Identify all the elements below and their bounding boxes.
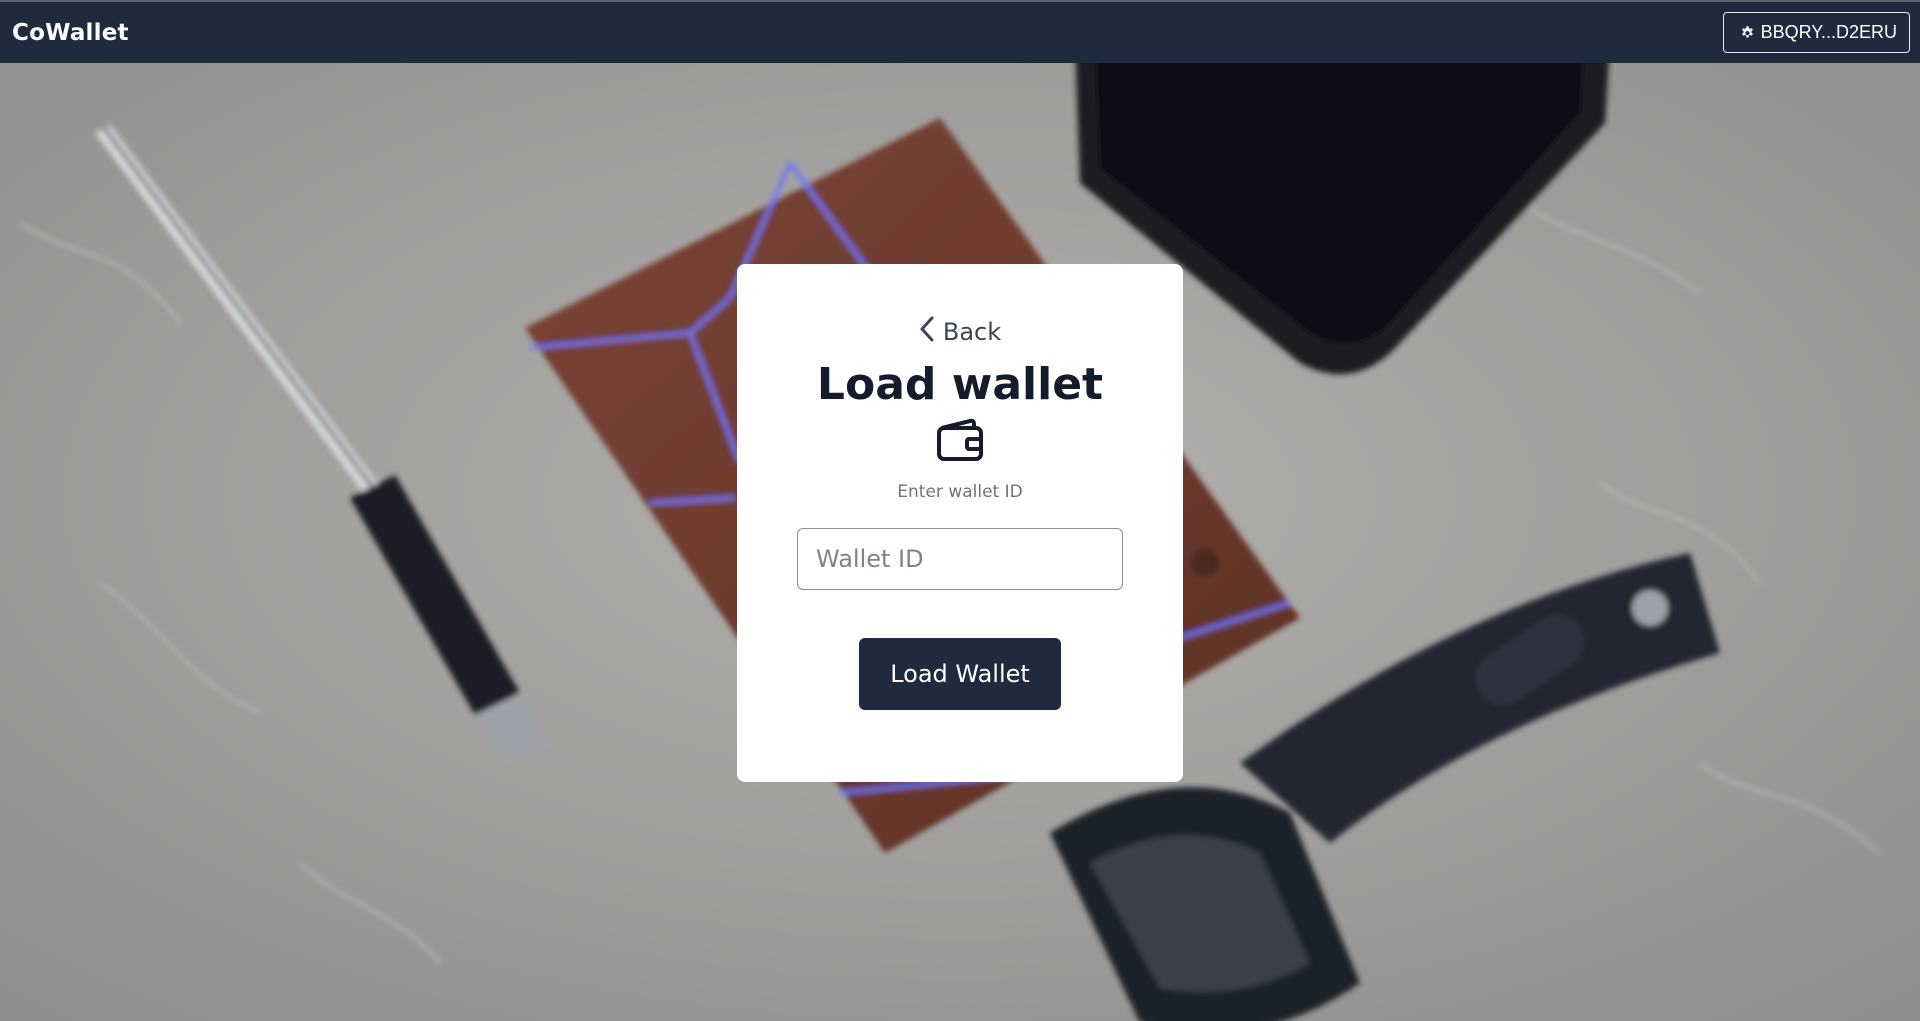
- wallet-icon: [936, 418, 984, 466]
- load-wallet-card: Back Load wallet Enter wallet ID Load Wa…: [737, 264, 1183, 782]
- app-brand[interactable]: CoWallet: [12, 20, 129, 46]
- back-label: Back: [942, 318, 1002, 346]
- load-wallet-button[interactable]: Load Wallet: [859, 638, 1061, 711]
- account-label: BBQRY...D2ERU: [1760, 22, 1897, 42]
- top-navbar: CoWallet BBQRY...D2ERU: [0, 0, 1920, 63]
- chevron-left-icon: [919, 316, 935, 348]
- wallet-id-input[interactable]: [797, 528, 1123, 591]
- page-title: Load wallet: [816, 359, 1104, 410]
- wallet-id-hint: Enter wallet ID: [897, 482, 1023, 503]
- back-link[interactable]: Back: [919, 316, 1001, 348]
- account-settings-button[interactable]: BBQRY...D2ERU: [1722, 12, 1910, 53]
- gear-icon: [1740, 25, 1755, 40]
